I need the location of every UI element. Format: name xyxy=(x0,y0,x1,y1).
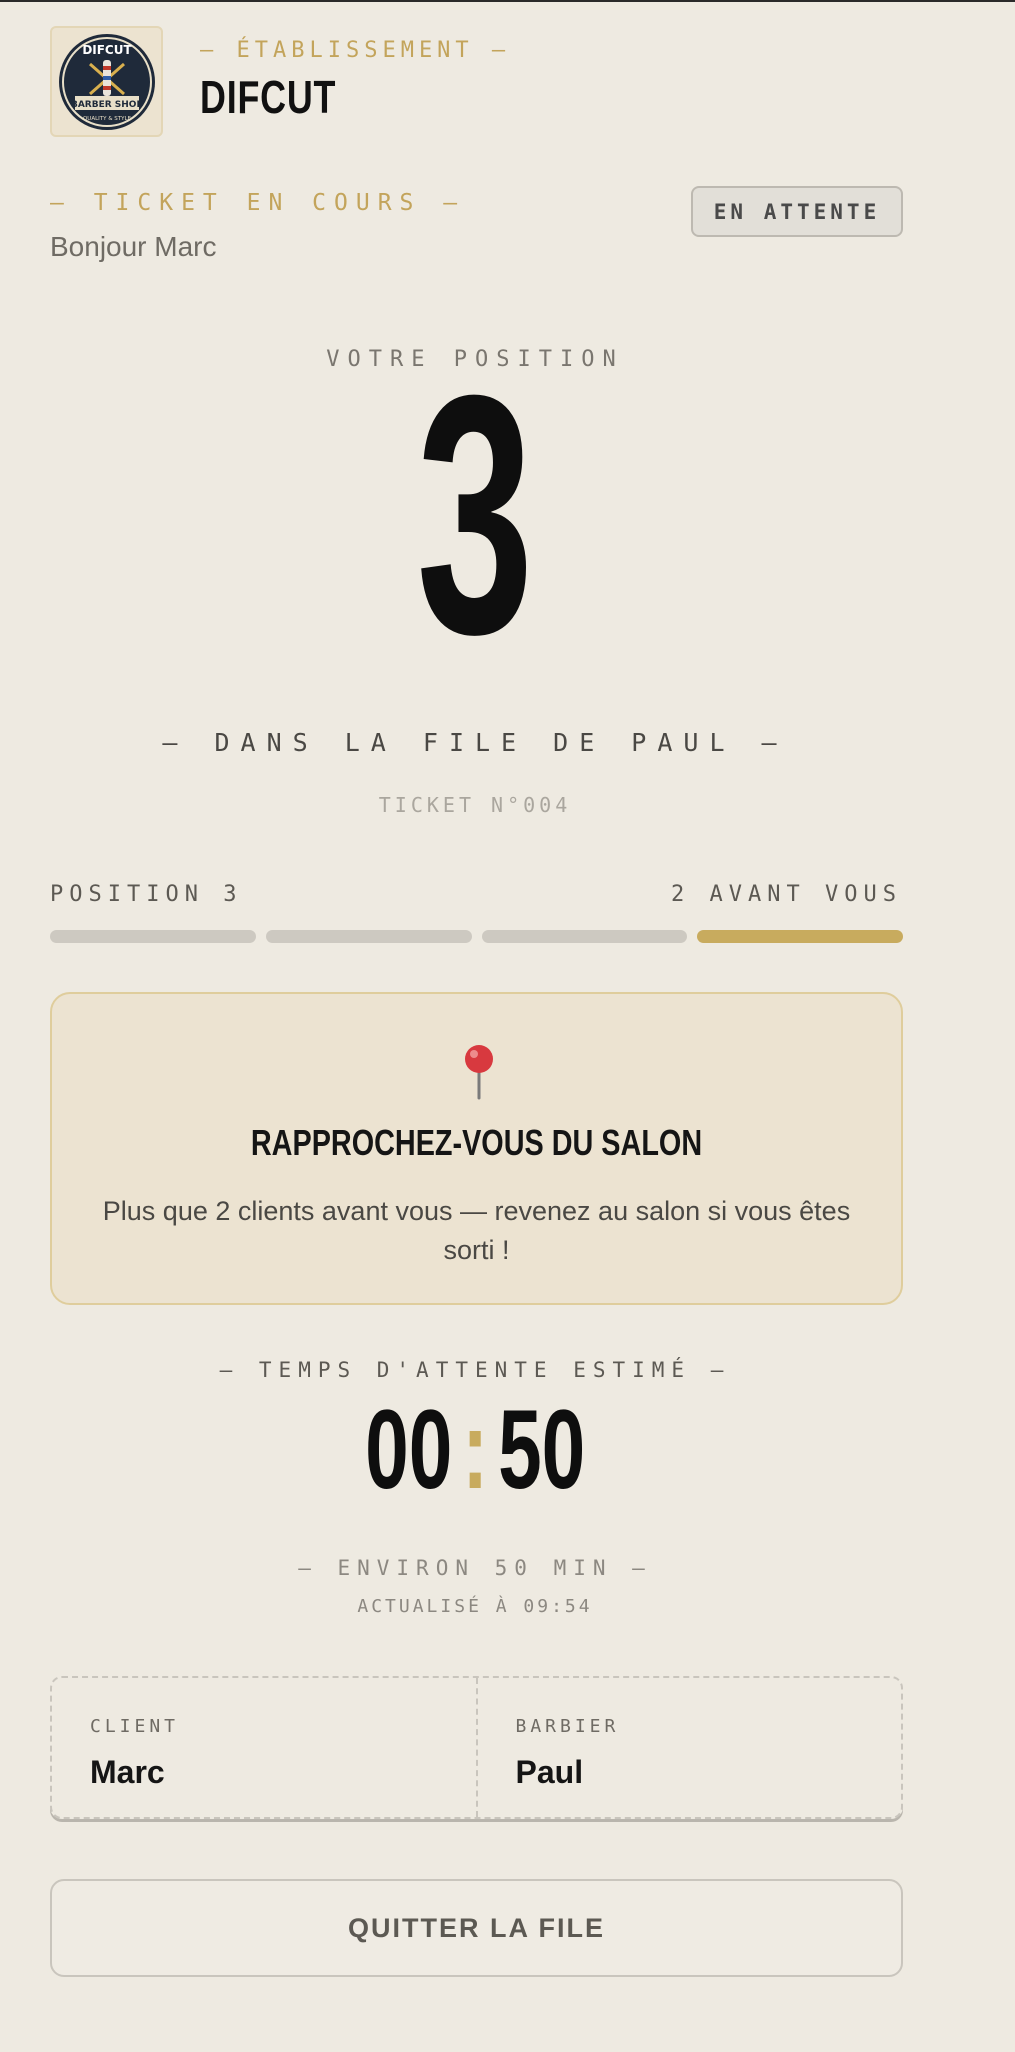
client-info: CLIENT Marc xyxy=(52,1678,476,1817)
barber-value: Paul xyxy=(515,1754,584,1790)
wait-time-display: 00:50 xyxy=(0,1390,950,1510)
barber-logo-icon: DIFCUT BARBER SHOP QUALITY & STYLE xyxy=(58,33,155,130)
progress-segment xyxy=(481,930,688,943)
client-value: Marc xyxy=(90,1754,165,1790)
progress-segment xyxy=(697,930,903,943)
wait-minutes: 50 xyxy=(497,1387,586,1512)
ticket-number: TICKET N°004 xyxy=(378,793,572,817)
svg-text:QUALITY & STYLE: QUALITY & STYLE xyxy=(82,116,131,122)
ticket-section-label: — TICKET EN COURS — xyxy=(50,190,466,216)
wait-hours: 00 xyxy=(364,1387,453,1512)
establishment-logo: DIFCUT BARBER SHOP QUALITY & STYLE xyxy=(50,26,163,137)
queue-label: — DANS LA FILE DE PAUL — xyxy=(162,728,788,757)
wait-approx-text: — ENVIRON 50 MIN — xyxy=(298,1556,652,1580)
alert-text: Plus que 2 clients avant vous — revenez … xyxy=(102,1196,851,1265)
map-pin-icon xyxy=(465,1045,493,1100)
establishment-label: — ÉTABLISSEMENT — xyxy=(200,38,511,63)
progress-segment xyxy=(50,930,256,943)
barber-info: BARBIER Paul xyxy=(475,1678,902,1817)
proximity-alert-card: RAPPROCHEZ-VOUS DU SALON Plus que 2 clie… xyxy=(50,992,903,1305)
ticket-info-card: CLIENT Marc BARBIER Paul xyxy=(50,1676,903,1819)
position-number: 3 xyxy=(416,325,534,705)
establishment-name: DIFCUT xyxy=(200,71,337,123)
progress-ahead-label: 2 AVANT VOUS xyxy=(671,882,902,907)
barber-label: BARBIER xyxy=(515,1716,620,1737)
wait-updated-text: ACTUALISÉ À 09:54 xyxy=(357,1596,593,1617)
wait-time-label: — TEMPS D'ATTENTE ESTIMÉ — xyxy=(219,1358,731,1382)
quit-queue-button[interactable]: QUITTER LA FILE xyxy=(50,1879,903,1977)
progress-position-label: POSITION 3 xyxy=(50,882,243,907)
client-label: CLIENT xyxy=(90,1716,180,1737)
alert-title: RAPPROCHEZ-VOUS DU SALON xyxy=(250,1122,703,1163)
queue-progress-bar xyxy=(50,930,903,943)
wait-separator: : xyxy=(461,1387,489,1512)
status-badge: EN ATTENTE xyxy=(691,186,903,237)
svg-text:DIFCUT: DIFCUT xyxy=(82,43,132,57)
greeting-text: Bonjour Marc xyxy=(50,231,217,262)
progress-segment xyxy=(265,930,472,943)
svg-text:BARBER SHOP: BARBER SHOP xyxy=(70,100,142,110)
top-border xyxy=(0,0,1015,2)
